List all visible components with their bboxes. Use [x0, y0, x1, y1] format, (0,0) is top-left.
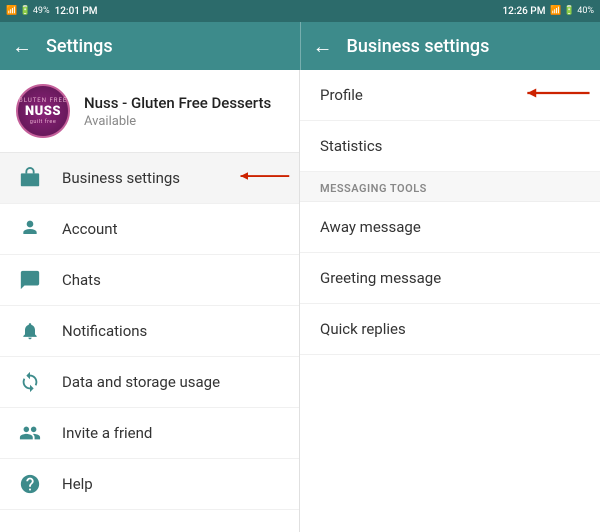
right-item-profile-label: Profile	[320, 86, 363, 104]
account-icon	[16, 218, 44, 240]
sidebar-item-chats[interactable]: Chats	[0, 255, 299, 306]
sidebar-item-account[interactable]: Account	[0, 204, 299, 255]
right-item-greeting-message-label: Greeting message	[320, 269, 441, 287]
status-bar-left: 📶 🔋 49% 12:01 PM	[0, 0, 300, 22]
right-item-statistics[interactable]: Statistics	[300, 121, 600, 172]
right-time: 12:26 PM	[502, 6, 545, 17]
right-nav-back-button[interactable]: ←	[313, 34, 333, 59]
logo-main-text: NUSS	[25, 104, 61, 119]
sidebar-item-notifications[interactable]: Notifications	[0, 306, 299, 357]
profile-status: Available	[84, 114, 271, 129]
nav-bars: ← Settings ← Business settings	[0, 22, 600, 70]
business-settings-icon	[16, 167, 44, 189]
sidebar-item-invite-friend-label: Invite a friend	[62, 424, 152, 442]
left-time: 12:01 PM	[55, 6, 98, 17]
sidebar-item-data-storage-label: Data and storage usage	[62, 373, 220, 391]
left-panel: gluten free NUSS guilt free Nuss - Glute…	[0, 70, 300, 532]
logo-top-text: gluten free	[19, 97, 68, 104]
sidebar-item-notifications-label: Notifications	[62, 322, 147, 340]
messaging-tools-header: MESSAGING TOOLS	[300, 172, 600, 202]
sidebar-item-business-settings-label: Business settings	[62, 169, 180, 187]
invite-friend-icon	[16, 422, 44, 444]
profile-name: Nuss - Gluten Free Desserts	[84, 94, 271, 112]
left-nav-back-button[interactable]: ←	[12, 34, 32, 59]
sidebar-item-chats-label: Chats	[62, 271, 101, 289]
avatar: gluten free NUSS guilt free	[16, 84, 70, 138]
data-storage-icon	[16, 371, 44, 393]
sidebar-item-data-storage[interactable]: Data and storage usage	[0, 357, 299, 408]
right-item-away-message[interactable]: Away message	[300, 202, 600, 253]
right-item-quick-replies-label: Quick replies	[320, 320, 406, 338]
chats-icon	[16, 269, 44, 291]
right-status-icons: 📶 🔋 40%	[550, 6, 594, 16]
right-item-profile[interactable]: Profile	[300, 70, 600, 121]
right-item-statistics-label: Statistics	[320, 137, 382, 155]
status-bar-right: 12:26 PM 📶 🔋 40%	[300, 0, 600, 22]
profile-arrow-annotation	[514, 83, 594, 107]
right-panel: Profile Statistics MESSAGING TOOLS Away …	[300, 70, 600, 532]
sidebar-item-business-settings[interactable]: Business settings	[0, 153, 299, 204]
help-icon	[16, 473, 44, 495]
right-nav-title: Business settings	[347, 36, 490, 57]
right-nav-panel: ← Business settings	[301, 22, 600, 70]
right-item-away-message-label: Away message	[320, 218, 421, 236]
main-content: gluten free NUSS guilt free Nuss - Glute…	[0, 70, 600, 532]
left-status-icons: 📶 🔋 49%	[6, 6, 50, 16]
profile-section[interactable]: gluten free NUSS guilt free Nuss - Glute…	[0, 70, 299, 153]
right-item-quick-replies[interactable]: Quick replies	[300, 304, 600, 355]
status-bars: 📶 🔋 49% 12:01 PM 12:26 PM 📶 🔋 40%	[0, 0, 600, 22]
left-nav-title: Settings	[46, 36, 113, 57]
logo-bottom-text: guilt free	[30, 119, 57, 125]
profile-info: Nuss - Gluten Free Desserts Available	[84, 94, 271, 129]
sidebar-item-account-label: Account	[62, 220, 118, 238]
sidebar-item-help-label: Help	[62, 475, 93, 493]
notifications-icon	[16, 320, 44, 342]
right-item-greeting-message[interactable]: Greeting message	[300, 253, 600, 304]
left-nav-panel: ← Settings	[0, 22, 300, 70]
sidebar-item-help[interactable]: Help	[0, 459, 299, 510]
sidebar-item-invite-friend[interactable]: Invite a friend	[0, 408, 299, 459]
business-settings-arrow	[233, 166, 293, 190]
